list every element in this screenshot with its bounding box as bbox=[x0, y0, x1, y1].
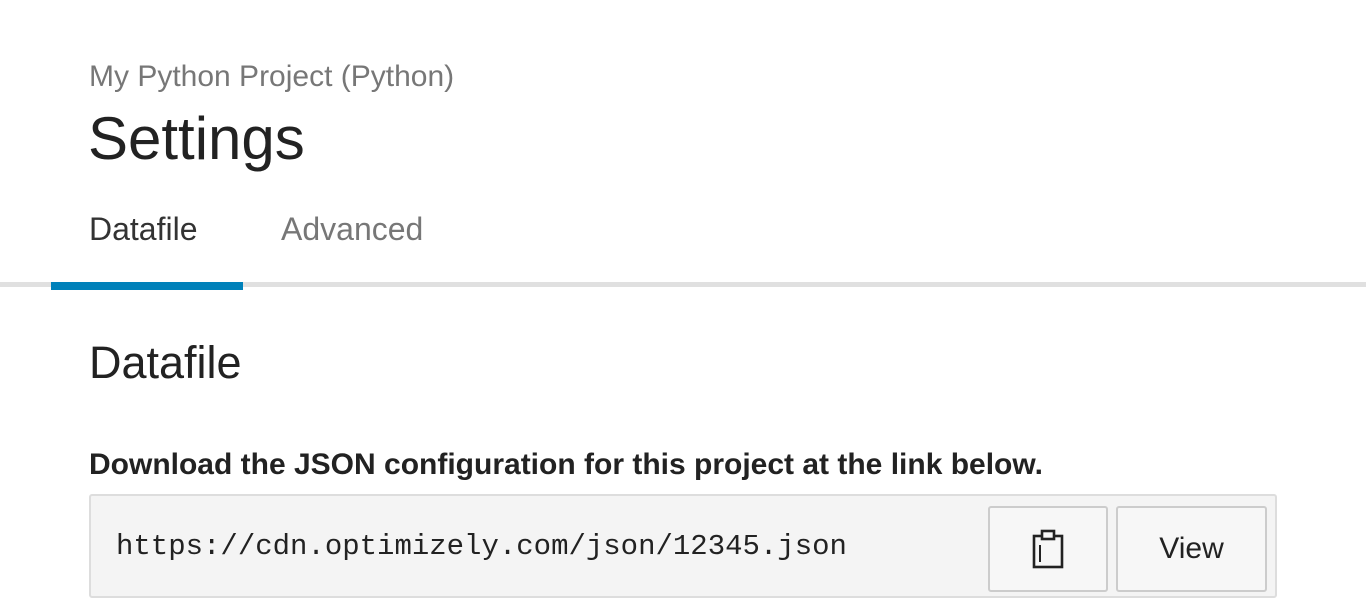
view-button-label: View bbox=[1159, 532, 1224, 565]
tab-advanced[interactable]: Advanced bbox=[281, 208, 423, 250]
active-tab-indicator bbox=[51, 282, 243, 290]
page-title: Settings bbox=[88, 105, 305, 172]
tab-datafile[interactable]: Datafile bbox=[89, 208, 198, 250]
view-button[interactable]: View bbox=[1116, 506, 1267, 592]
datafile-url-field[interactable]: https://cdn.optimizely.com/json/12345.js… bbox=[89, 494, 1277, 598]
copy-url-button[interactable] bbox=[988, 506, 1108, 592]
datafile-url[interactable]: https://cdn.optimizely.com/json/12345.js… bbox=[116, 529, 847, 565]
project-name: My Python Project (Python) bbox=[89, 60, 455, 93]
section-heading: Datafile bbox=[89, 337, 242, 388]
settings-tabs: Datafile Advanced bbox=[0, 200, 1366, 290]
section-description: Download the JSON configuration for this… bbox=[89, 448, 1043, 481]
settings-page: My Python Project (Python) Settings Data… bbox=[0, 0, 1366, 614]
clipboard-icon bbox=[1031, 529, 1065, 569]
